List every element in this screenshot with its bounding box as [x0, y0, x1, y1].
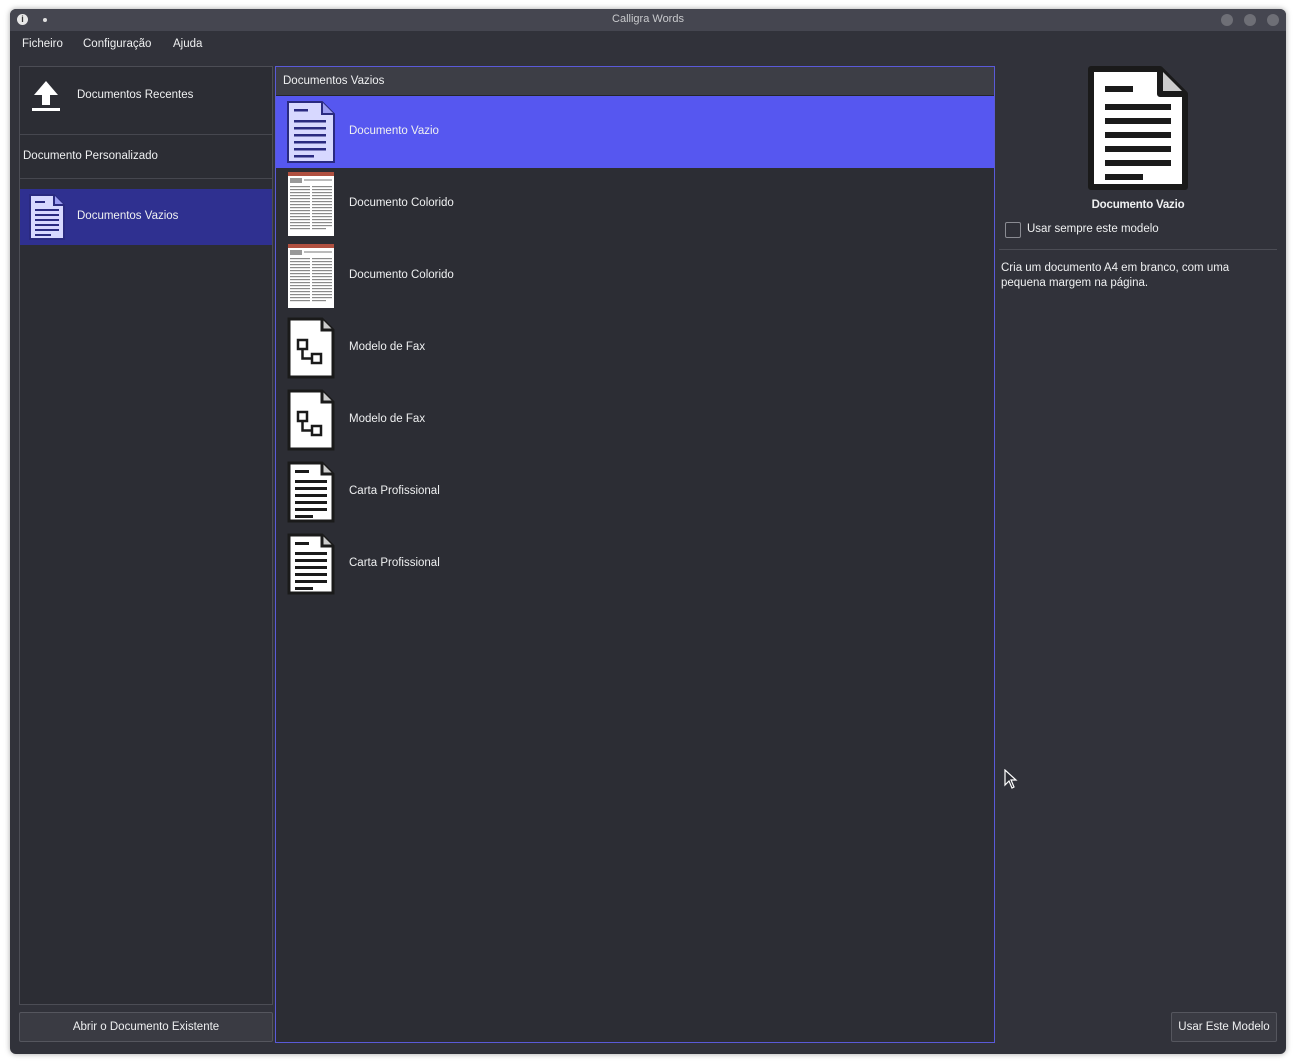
- template-item[interactable]: Documento Colorido: [276, 240, 994, 312]
- maximize-button[interactable]: [1244, 14, 1256, 26]
- fax-template-icon: [287, 317, 335, 379]
- app-window: i Calligra Words Ficheiro Configuração A…: [10, 9, 1286, 1054]
- minimize-button[interactable]: [1221, 14, 1233, 26]
- template-list-header: Documentos Vazios: [276, 67, 994, 96]
- category-recent-documents[interactable]: Documentos Recentes: [20, 67, 272, 133]
- template-label: Modelo de Fax: [349, 413, 426, 425]
- open-existing-document-button[interactable]: Abrir o Documento Existente: [19, 1012, 273, 1042]
- document-icon: [29, 194, 65, 240]
- template-item[interactable]: Carta Profissional: [276, 528, 994, 600]
- document-icon: [287, 101, 335, 163]
- template-label: Documento Colorido: [349, 269, 454, 281]
- mouse-cursor-icon: [1004, 769, 1018, 789]
- always-use-checkbox[interactable]: [1005, 222, 1021, 238]
- always-use-label[interactable]: Usar sempre este modelo: [1027, 223, 1159, 235]
- template-item[interactable]: Documento Colorido: [276, 168, 994, 240]
- divider: [999, 249, 1277, 250]
- use-template-button[interactable]: Usar Este Modelo: [1171, 1012, 1277, 1042]
- menu-ajuda[interactable]: Ajuda: [173, 38, 202, 50]
- template-item[interactable]: Modelo de Fax: [276, 384, 994, 456]
- divider: [20, 134, 272, 135]
- upload-icon: [32, 81, 60, 111]
- divider: [20, 178, 272, 179]
- letter-document-icon: [287, 461, 335, 523]
- template-item[interactable]: Documento Vazio: [276, 96, 994, 168]
- template-list-title: Documentos Vazios: [283, 75, 385, 87]
- fax-template-icon: [287, 389, 335, 451]
- template-description: Cria um documento A4 em branco, com uma …: [1001, 262, 1230, 289]
- template-label: Documento Colorido: [349, 197, 454, 209]
- category-empty-documents[interactable]: Documentos Vazios: [20, 189, 272, 245]
- category-empty-label: Documentos Vazios: [77, 210, 179, 222]
- close-button[interactable]: [1267, 14, 1279, 26]
- template-item[interactable]: Carta Profissional: [276, 456, 994, 528]
- template-item[interactable]: Modelo de Fax: [276, 312, 994, 384]
- template-label: Modelo de Fax: [349, 341, 426, 353]
- menu-ficheiro[interactable]: Ficheiro: [22, 38, 63, 50]
- letter-document-icon: [287, 533, 335, 595]
- template-label: Carta Profissional: [349, 485, 440, 497]
- menu-configuracao[interactable]: Configuração: [83, 38, 151, 50]
- window-title: Calligra Words: [612, 13, 684, 25]
- title-bar[interactable]: i Calligra Words: [10, 9, 1286, 31]
- template-label: Carta Profissional: [349, 557, 440, 569]
- category-panel: Documentos Recentes Documento Personaliz…: [19, 66, 273, 1005]
- template-list: Documentos Vazios Documento Vazio Docume…: [275, 66, 995, 1043]
- category-custom-label: Documento Personalizado: [23, 150, 158, 162]
- preview-title: Documento Vazio: [1091, 199, 1185, 211]
- category-recent-label: Documentos Recentes: [77, 89, 194, 101]
- template-label: Documento Vazio: [349, 125, 439, 137]
- colorful-document-thumbnail: [288, 172, 334, 236]
- category-custom-document[interactable]: Documento Personalizado: [20, 137, 272, 177]
- menu-bar: Ficheiro Configuração Ajuda: [10, 31, 1286, 57]
- colorful-document-thumbnail: [288, 244, 334, 308]
- document-preview-icon: [1088, 66, 1188, 190]
